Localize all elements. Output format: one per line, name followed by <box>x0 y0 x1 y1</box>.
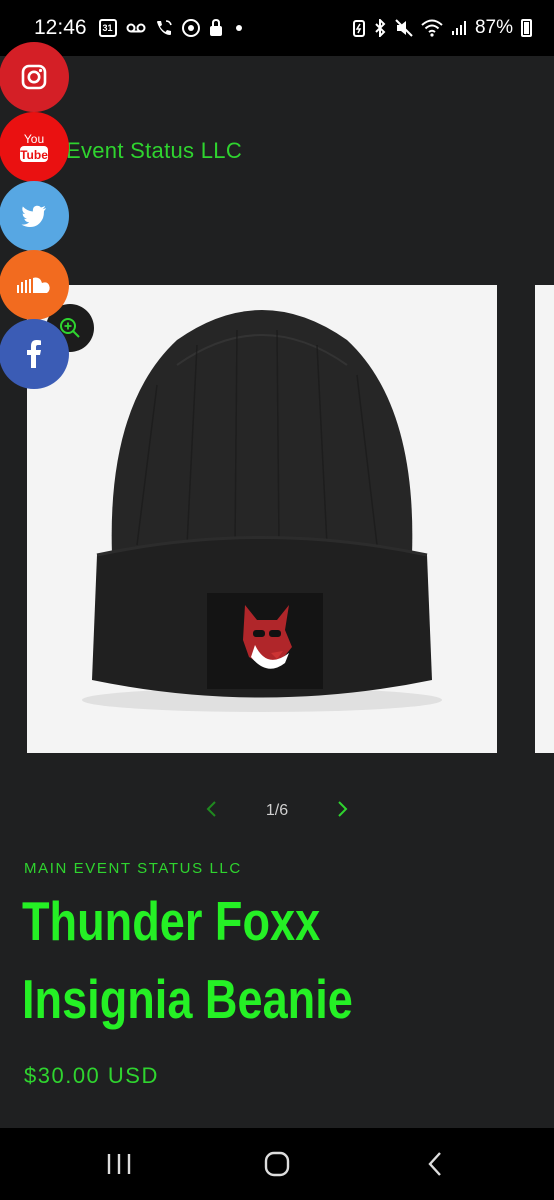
product-image[interactable] <box>27 285 497 753</box>
voicemail-icon <box>126 22 146 34</box>
product-title: Thunder Foxx Insignia Beanie <box>22 882 547 1038</box>
twitter-icon <box>21 205 46 227</box>
gallery-counter: 1/6 <box>265 802 289 819</box>
product-title-line-2: Insignia Beanie <box>22 968 353 1030</box>
battery-percent: 87% <box>474 17 513 38</box>
battery-icon <box>521 19 532 37</box>
soundcloud-button[interactable] <box>0 250 69 320</box>
product-title-line-1: Thunder Foxx <box>22 890 321 952</box>
back-button[interactable] <box>405 1134 465 1194</box>
system-nav-bar <box>0 1128 554 1200</box>
facebook-icon <box>27 340 41 368</box>
status-bar: 12:46 31 87% <box>0 0 554 56</box>
twitter-button[interactable] <box>0 181 69 251</box>
bluetooth-icon <box>373 19 387 37</box>
status-left-icons: 31 <box>98 19 242 37</box>
instagram-icon <box>21 64 47 90</box>
notification-dot-icon <box>235 25 242 31</box>
signal-icon <box>451 20 467 36</box>
home-button[interactable] <box>247 1134 307 1194</box>
recent-apps-icon <box>107 1154 131 1174</box>
chevron-right-icon[interactable] <box>328 799 358 824</box>
product-price: $30.00 USD <box>24 1063 159 1088</box>
soundcloud-icon <box>17 277 50 293</box>
status-right-icons: 87% <box>352 17 532 39</box>
mute-icon <box>395 19 413 37</box>
status-time: 12:46 <box>34 16 87 39</box>
svg-text:You: You <box>24 132 44 146</box>
home-icon <box>264 1151 290 1177</box>
product-vendor: MAIN EVENT STATUS LLC <box>24 860 242 877</box>
battery-saver-icon <box>352 19 365 37</box>
wifi-icon <box>421 19 443 37</box>
store-title-link[interactable]: Event Status LLC <box>66 138 242 164</box>
svg-text:Tube: Tube <box>20 148 48 162</box>
instagram-button[interactable] <box>0 42 69 112</box>
chrome-icon <box>181 19 200 37</box>
back-icon <box>428 1152 441 1176</box>
youtube-button[interactable]: You Tube <box>0 112 69 182</box>
facebook-button[interactable] <box>0 319 69 389</box>
wifi-call-icon <box>155 19 173 37</box>
gallery-pager: 1/6 <box>0 796 554 826</box>
lock-icon <box>209 19 223 37</box>
next-product-image-peek[interactable] <box>535 285 554 753</box>
youtube-icon: You Tube <box>20 132 48 162</box>
calendar-icon: 31 <box>98 19 117 37</box>
chevron-left-icon[interactable] <box>196 799 226 824</box>
recent-apps-button[interactable] <box>89 1134 149 1194</box>
beanie-image <box>82 310 442 712</box>
